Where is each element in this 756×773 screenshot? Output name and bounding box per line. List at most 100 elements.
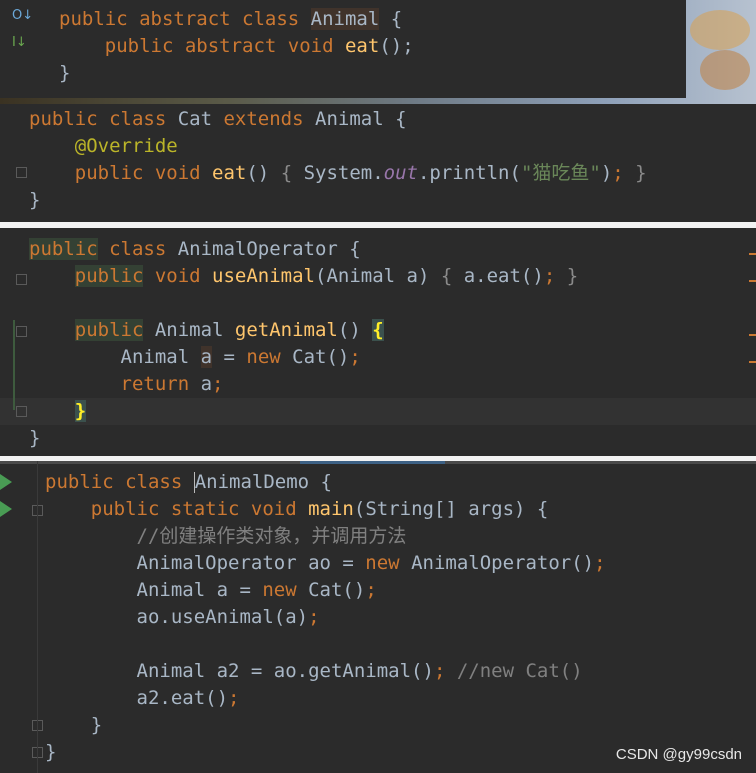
fold-marker-icon[interactable] xyxy=(16,274,27,285)
code-line[interactable]: @Override xyxy=(29,133,178,160)
code-token: } xyxy=(59,62,71,84)
code-token: out xyxy=(383,162,418,184)
edge-marker xyxy=(749,280,756,282)
code-line[interactable]: } xyxy=(29,398,87,425)
code-token: Animal xyxy=(29,346,201,368)
code-token: public void xyxy=(29,162,213,184)
code-token: Animal a = xyxy=(45,579,263,601)
tab-indicator xyxy=(300,461,445,464)
code-line[interactable]: } xyxy=(29,425,40,452)
code-line[interactable]: } xyxy=(45,739,56,766)
code-token: Animal { xyxy=(315,108,407,130)
code-token: useAnimal xyxy=(212,265,315,287)
code-token: } xyxy=(623,162,647,184)
current-line-highlight xyxy=(0,398,756,425)
code-token: public class xyxy=(29,108,178,130)
code-line[interactable]: public abstract void eat(); xyxy=(59,33,414,60)
fold-marker-icon[interactable] xyxy=(16,326,27,337)
code-token: AnimalOperator ao = xyxy=(45,552,366,574)
watermark: CSDN @gy99csdn xyxy=(615,746,742,763)
code-line[interactable]: ao.useAnimal(a); xyxy=(45,604,320,631)
code-line[interactable]: Animal a2 = ao.getAnimal(); //new Cat() xyxy=(45,658,583,685)
edge-marker xyxy=(749,334,756,336)
code-token: new xyxy=(365,552,412,574)
code-token: } xyxy=(555,265,579,287)
code-token: (); xyxy=(379,35,414,57)
code-token: public static void xyxy=(45,498,309,520)
code-token: a xyxy=(200,346,213,368)
code-line[interactable]: public void eat() { System.out.println("… xyxy=(29,160,647,187)
code-token: () xyxy=(246,162,281,184)
code-line[interactable]: return a; xyxy=(29,371,224,398)
code-line[interactable]: public void useAnimal(Animal a) { a.eat(… xyxy=(29,263,578,290)
photo-foliage xyxy=(700,50,750,90)
code-token: { xyxy=(372,319,384,341)
code-token: return xyxy=(29,373,201,395)
code-token: AnimalOperator() xyxy=(411,552,595,574)
code-token: public class xyxy=(45,471,194,493)
code-line[interactable]: public Animal getAnimal() { xyxy=(29,317,384,344)
code-token: void xyxy=(143,265,213,287)
code-token: Cat() xyxy=(292,346,350,368)
code-token: new xyxy=(246,346,293,368)
code-token: getAnimal xyxy=(234,319,338,341)
photo-foliage xyxy=(690,10,750,50)
code-token: { xyxy=(280,162,304,184)
code-token: .println( xyxy=(417,162,521,184)
code-token: a xyxy=(200,373,213,395)
code-token: public xyxy=(29,238,98,260)
code-token: eat xyxy=(212,162,247,184)
code-token: ; xyxy=(433,660,457,682)
code-line[interactable]: public class Cat extends Animal { xyxy=(29,106,407,133)
code-panel-animal-demo: public class AnimalDemo { public static … xyxy=(0,461,756,773)
code-token: } xyxy=(29,189,41,211)
code-token: public abstract class xyxy=(59,8,311,30)
code-line[interactable]: public static void main(String[] args) { xyxy=(45,496,549,523)
code-token: ; xyxy=(543,265,556,287)
code-token: //创建操作类对象，并调用方法 xyxy=(45,525,407,547)
code-token: Cat xyxy=(177,108,224,130)
code-token: "猫吃鱼" xyxy=(520,162,601,184)
code-line[interactable]: public abstract class Animal { xyxy=(59,6,402,33)
code-token: ; xyxy=(212,373,224,395)
code-token: extends xyxy=(223,108,315,130)
code-line[interactable]: public class AnimalDemo { xyxy=(45,469,332,496)
code-line[interactable]: Animal a = new Cat(); xyxy=(29,344,361,371)
code-token: AnimalDemo { xyxy=(194,471,332,493)
code-token: public abstract void xyxy=(59,35,345,57)
code-token: main xyxy=(308,498,354,520)
code-line[interactable]: AnimalOperator ao = new AnimalOperator()… xyxy=(45,550,606,577)
code-token: } xyxy=(45,714,103,736)
run-class-icon[interactable] xyxy=(0,474,12,490)
code-line[interactable]: } xyxy=(29,187,40,214)
code-line[interactable]: Animal a = new Cat(); xyxy=(45,577,377,604)
code-token: eat xyxy=(344,35,380,57)
code-token: ; xyxy=(612,162,624,184)
code-token: ; xyxy=(365,579,377,601)
code-token: } xyxy=(29,427,41,449)
code-line[interactable]: } xyxy=(59,60,70,87)
code-token: AnimalOperator { xyxy=(177,238,361,260)
code-line[interactable]: } xyxy=(45,712,102,739)
code-token: ; xyxy=(349,346,361,368)
code-token: System. xyxy=(303,162,384,184)
fold-marker-icon[interactable] xyxy=(16,406,27,417)
code-token: a2.eat() xyxy=(45,687,229,709)
code-token: ; xyxy=(228,687,240,709)
code-line[interactable]: a2.eat(); xyxy=(45,685,240,712)
code-token: { xyxy=(440,265,464,287)
code-token: ; xyxy=(594,552,606,574)
fold-marker-icon[interactable] xyxy=(16,167,27,178)
code-token: Cat() xyxy=(308,579,366,601)
code-token: = xyxy=(212,346,247,368)
code-line[interactable]: public class AnimalOperator { xyxy=(29,236,361,263)
run-main-icon[interactable] xyxy=(0,501,12,517)
code-token: (Animal a) xyxy=(315,265,441,287)
gutter-divider xyxy=(37,461,38,773)
code-token: Animal xyxy=(143,319,235,341)
code-line[interactable]: //创建操作类对象，并调用方法 xyxy=(45,523,407,550)
code-token: public xyxy=(74,265,144,287)
code-token: ) xyxy=(600,162,613,184)
